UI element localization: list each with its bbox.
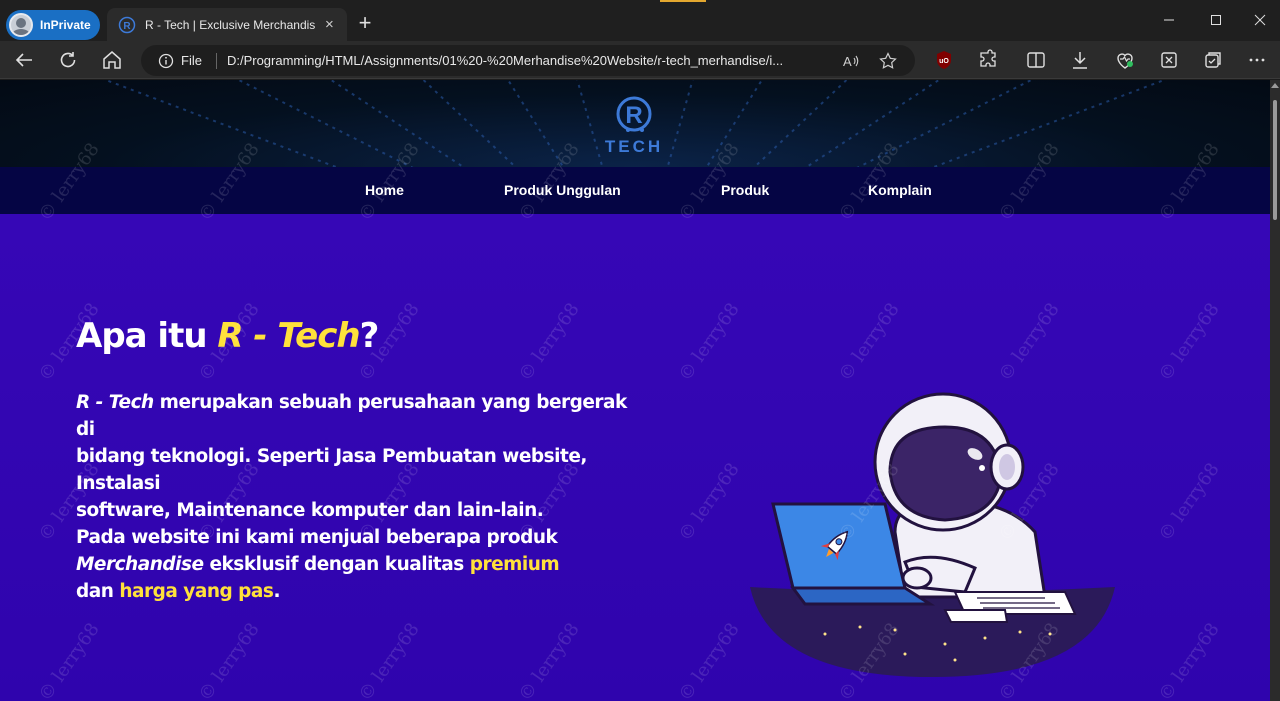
hero-line-end: . <box>273 581 280 602</box>
hero-title-accent: R - Tech <box>217 316 360 356</box>
nav-produk-unggulan[interactable]: Produk Unggulan <box>504 182 621 198</box>
nav-komplain[interactable]: Komplain <box>868 182 932 198</box>
merchandise-italic: Merchandise <box>76 554 204 575</box>
svg-text:R: R <box>123 21 131 32</box>
logo-text: TECH <box>605 137 663 156</box>
tab-title: R - Tech | Exclusive Merchandise <box>145 17 315 32</box>
hero-line-1: merupakan sebuah perusahaan yang bergera… <box>76 392 627 440</box>
ublock-icon[interactable]: uO <box>932 48 956 72</box>
hero-title: Apa itu R - Tech? <box>76 316 380 356</box>
site-header: R TECH <box>0 80 1270 167</box>
read-aloud-icon[interactable]: A <box>842 52 860 70</box>
browser-toolbar: File D:/Programming/HTML/Assignments/01%… <box>0 41 1280 79</box>
downloads-icon[interactable] <box>1068 48 1092 72</box>
hero-line-6: dan <box>76 581 120 602</box>
favorite-star-icon[interactable] <box>878 51 898 71</box>
info-icon[interactable] <box>158 53 174 69</box>
inprivate-label: InPrivate <box>40 18 91 32</box>
astronaut-laptop-illustration <box>750 392 1115 677</box>
hero-line-3: software, Maintenance komputer dan lain-… <box>76 500 544 521</box>
refresh-icon[interactable] <box>56 48 80 72</box>
logo-letter: R <box>625 102 642 129</box>
address-bar[interactable]: File D:/Programming/HTML/Assignments/01%… <box>141 45 915 76</box>
inprivate-button[interactable]: InPrivate <box>6 10 100 40</box>
screenshot-icon[interactable] <box>1157 48 1181 72</box>
back-icon[interactable] <box>12 48 36 72</box>
r-tech-favicon-icon: R <box>118 16 136 33</box>
minimize-icon[interactable] <box>1157 8 1181 32</box>
new-tab-button[interactable]: + <box>354 12 376 35</box>
svg-text:A: A <box>843 54 852 69</box>
hero-title-prefix: Apa itu <box>76 316 218 356</box>
extensions-icon[interactable] <box>976 48 1000 72</box>
svg-text:uO: uO <box>939 58 949 65</box>
brand-name-italic: R - Tech <box>76 392 154 413</box>
tab-close-icon[interactable]: × <box>325 17 334 32</box>
home-icon[interactable] <box>100 48 124 72</box>
browser-titlebar: InPrivate R R - Tech | Exclusive Merchan… <box>0 0 1280 41</box>
r-tech-logo-icon[interactable]: R TECH <box>598 92 670 156</box>
scroll-up-arrow-icon[interactable] <box>1271 83 1279 88</box>
url-text[interactable]: D:/Programming/HTML/Assignments/01%20-%2… <box>227 53 827 68</box>
hero-line-2: bidang teknologi. Seperti Jasa Pembuatan… <box>76 446 587 494</box>
browser-essentials-icon[interactable] <box>1113 48 1137 72</box>
split-screen-icon[interactable] <box>1024 48 1048 72</box>
tab-active[interactable]: R R - Tech | Exclusive Merchandise × <box>107 8 347 41</box>
nav-home[interactable]: Home <box>365 182 404 198</box>
site-nav: Home Produk Unggulan Produk Komplain <box>0 167 1270 214</box>
highlight-premium: premium <box>469 554 560 575</box>
highlight-harga: harga yang pas <box>119 581 274 602</box>
window-accent-strip <box>660 0 706 2</box>
hero-title-suffix: ? <box>359 316 380 356</box>
page-scrollbar[interactable] <box>1270 80 1280 701</box>
close-icon[interactable] <box>1248 8 1272 32</box>
hero-line-4: Pada website ini kami menjual beberapa p… <box>76 527 558 548</box>
maximize-icon[interactable] <box>1204 8 1228 32</box>
profile-avatar-icon <box>9 13 33 37</box>
collections-icon[interactable] <box>1201 48 1225 72</box>
scroll-thumb[interactable] <box>1273 100 1277 220</box>
hero-section: Apa itu R - Tech? R - Tech merupakan seb… <box>0 214 1270 701</box>
nav-produk[interactable]: Produk <box>721 182 769 198</box>
hero-description: R - Tech merupakan sebuah perusahaan yan… <box>76 389 636 605</box>
more-icon[interactable] <box>1245 48 1269 72</box>
hero-line-5: eksklusif dengan kualitas <box>203 554 470 575</box>
address-separator <box>215 52 217 69</box>
page-viewport: R TECH Home Produk Unggulan Produk Kompl… <box>0 80 1270 701</box>
address-file-label: File <box>181 53 202 68</box>
